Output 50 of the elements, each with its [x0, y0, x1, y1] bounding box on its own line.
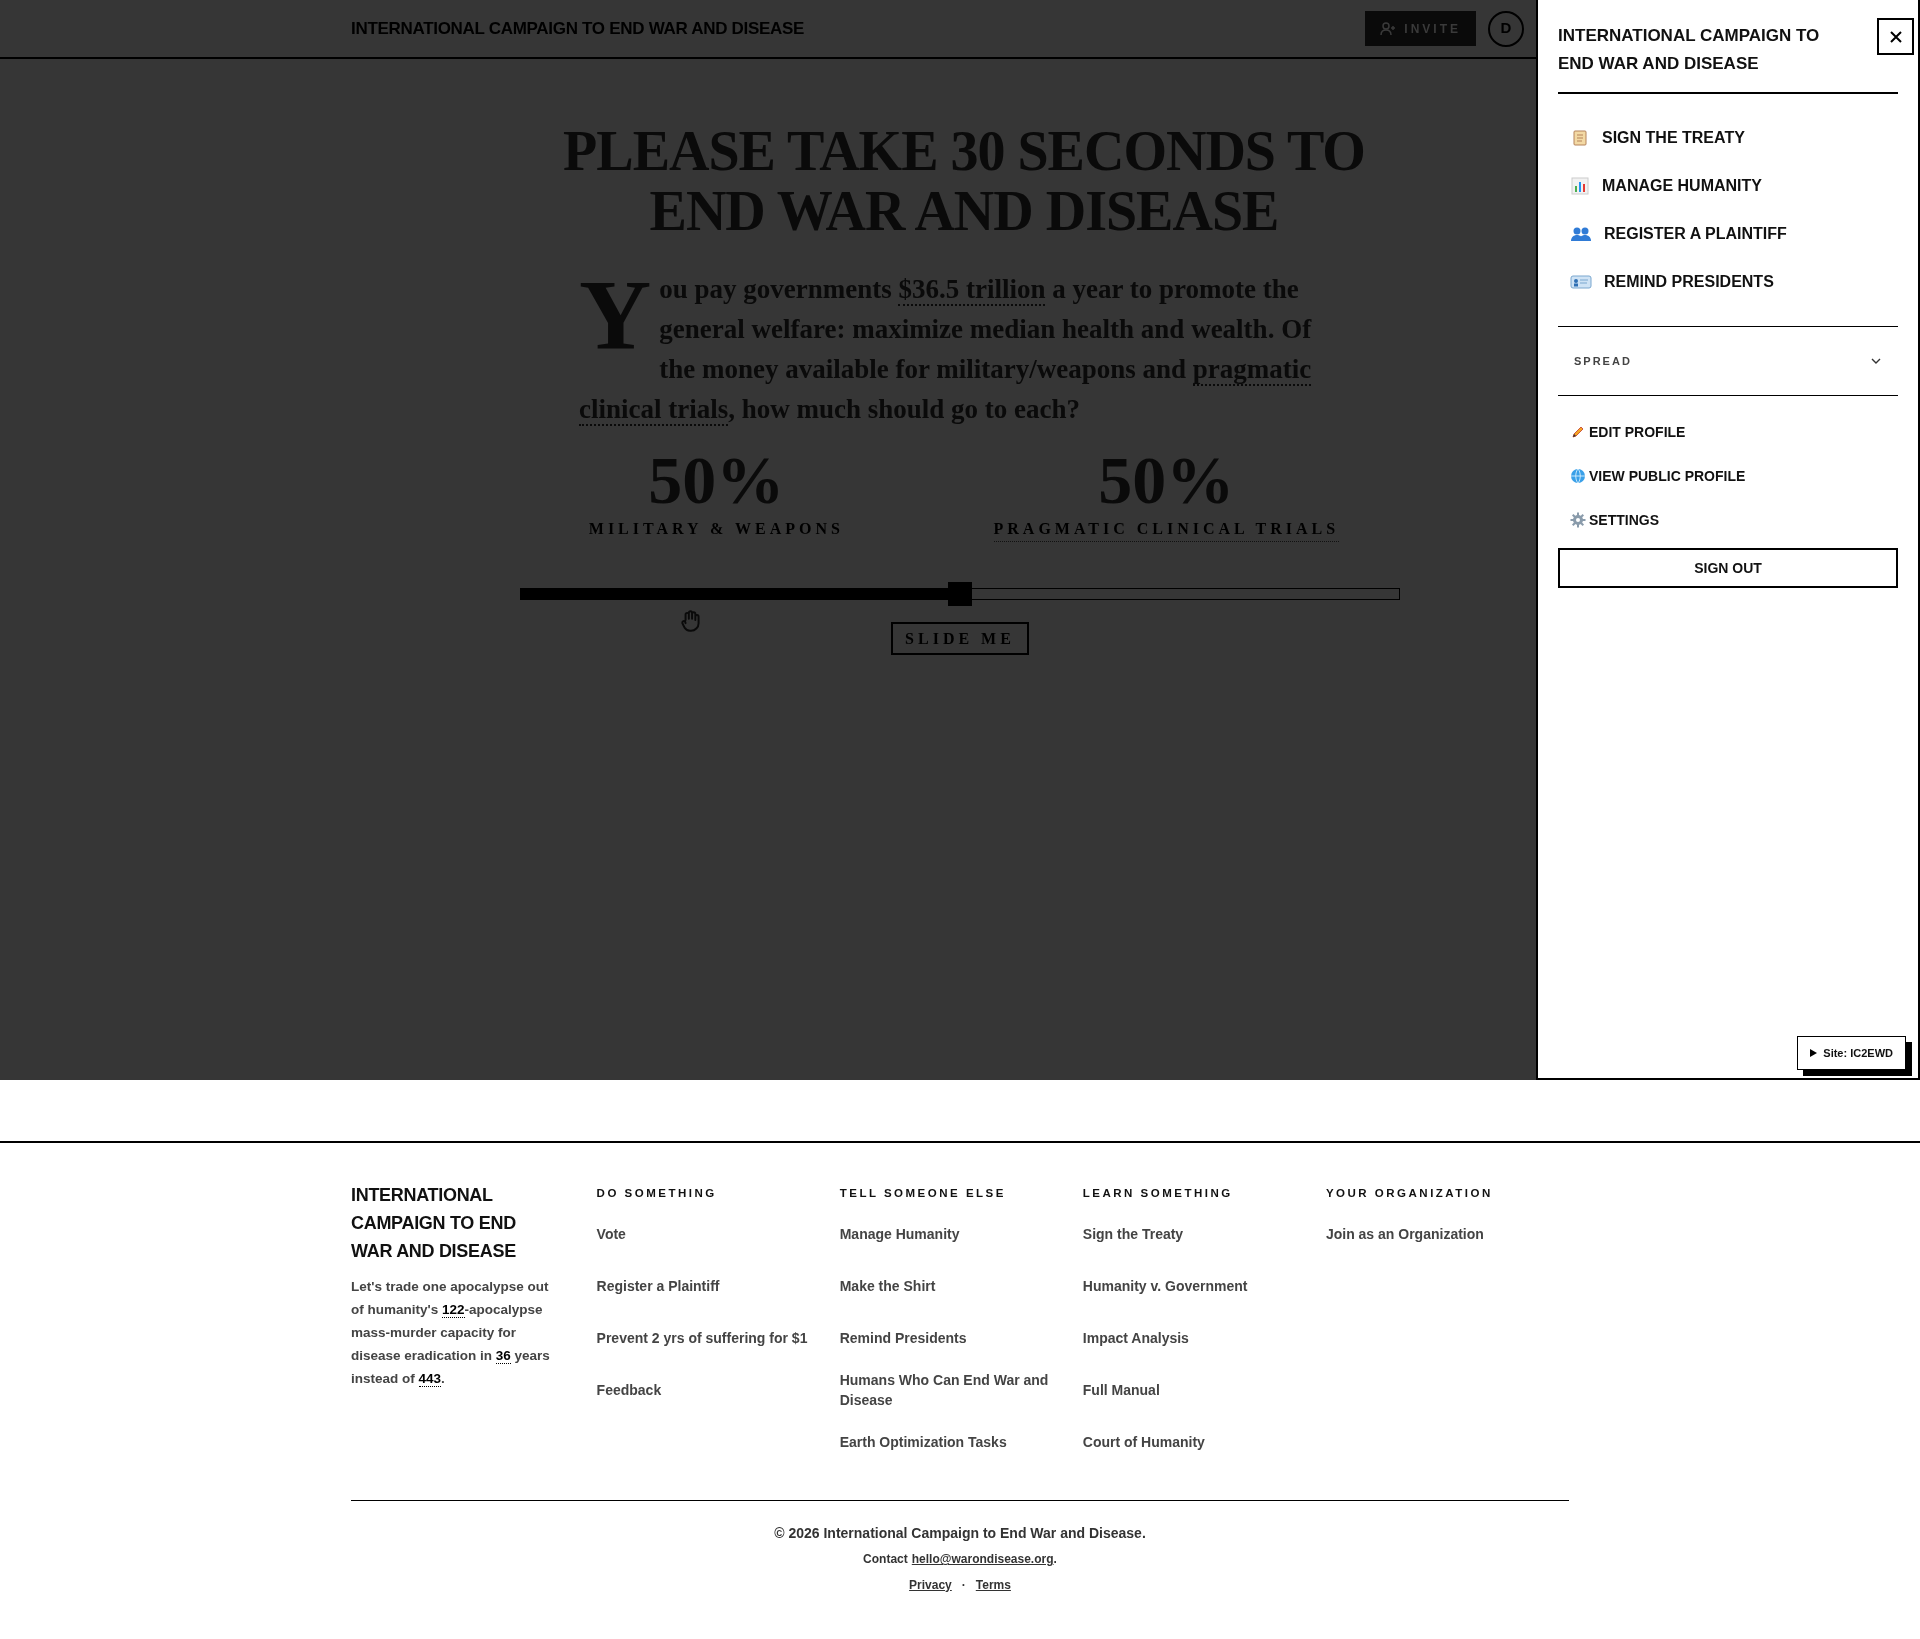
footer-link[interactable]: Register a Plaintiff — [596, 1276, 720, 1297]
footer-column-heading: TELL SOMEONE ELSE — [839, 1186, 1007, 1201]
footer-link[interactable]: Sign the Treaty — [1082, 1224, 1184, 1245]
close-button[interactable] — [1877, 18, 1914, 55]
footer-link[interactable]: Humanity v. Government — [1082, 1276, 1248, 1297]
play-icon — [1810, 1049, 1818, 1057]
footer-link[interactable]: Manage Humanity — [839, 1224, 960, 1245]
privacy-link[interactable]: Privacy — [909, 1576, 952, 1595]
footer-column-heading: DO SOMETHING — [596, 1186, 718, 1201]
allocation-slider[interactable] — [520, 582, 1400, 606]
profile-menu-item[interactable]: SETTINGS — [1570, 498, 1898, 542]
bar-chart-icon — [1570, 176, 1590, 196]
copyright-text: © 2026 International Campaign to End War and Disease. — [774, 1524, 1146, 1544]
terms-link[interactable]: Terms — [975, 1576, 1011, 1595]
globe-icon — [1570, 468, 1586, 484]
footer-brand-title: INTERNATIONAL CAMPAIGN TO END WAR AND DISEASE — [351, 1184, 517, 1263]
footer-link[interactable]: Vote — [596, 1224, 626, 1245]
footer-link[interactable]: Make the Shirt — [839, 1276, 936, 1297]
nav-menu-item[interactable]: REMIND PRESIDENTS — [1558, 258, 1898, 306]
footer-link[interactable]: Remind Presidents — [839, 1328, 967, 1349]
add-user-icon — [1380, 20, 1397, 37]
footer-link[interactable]: Prevent 2 yrs of suffering for $1 — [596, 1328, 808, 1349]
footer-link[interactable]: Join as an Organization — [1325, 1224, 1484, 1245]
footer-link[interactable]: Full Manual — [1082, 1380, 1160, 1401]
pencil-icon — [1570, 424, 1586, 440]
nav-menu-item[interactable]: MANAGE HUMANITY — [1558, 162, 1898, 210]
footer-blurb: Let's trade one apocalypse out of humanity's 122-apocalypse mass-murder capacity for disease eradication in 36 years instead of 443. — [351, 1278, 551, 1389]
profile-menu-item[interactable]: EDIT PROFILE — [1570, 410, 1898, 454]
footer-link[interactable]: Humans Who Can End War and Disease — [839, 1370, 1063, 1411]
id-card-icon — [1570, 272, 1592, 292]
sidebar-title: INTERNATIONAL CAMPAIGN TO END WAR AND DISEASE — [1558, 25, 1821, 75]
contact-period: . — [1053, 1551, 1057, 1569]
close-icon — [1889, 30, 1902, 43]
contact-label: Contact — [863, 1551, 908, 1569]
footer-link[interactable]: Court of Humanity — [1082, 1432, 1205, 1453]
separator-dot: · — [961, 1577, 966, 1595]
slider-thumb[interactable] — [948, 582, 972, 606]
footer-link[interactable]: Impact Analysis — [1082, 1328, 1189, 1349]
spread-dropdown[interactable]: SPREAD — [1558, 327, 1898, 396]
profile-menu-item[interactable]: VIEW PUBLIC PROFILE — [1570, 454, 1898, 498]
footer-column-heading: YOUR ORGANIZATION — [1325, 1186, 1494, 1201]
gear-icon — [1570, 512, 1586, 528]
scroll-icon — [1570, 128, 1590, 148]
footer-column-heading: LEARN SOMETHING — [1082, 1186, 1234, 1201]
sign-out-button[interactable]: SIGN OUT — [1558, 548, 1898, 588]
footer-link[interactable]: Earth Optimization Tasks — [839, 1432, 1007, 1453]
nav-menu-item[interactable]: REGISTER A PLAINTIFF — [1558, 210, 1898, 258]
nav-menu-item[interactable]: SIGN THE TREATY — [1558, 114, 1898, 162]
footer-link[interactable]: Feedback — [596, 1380, 662, 1401]
email-link[interactable]: hello@warondisease.org — [911, 1550, 1054, 1569]
